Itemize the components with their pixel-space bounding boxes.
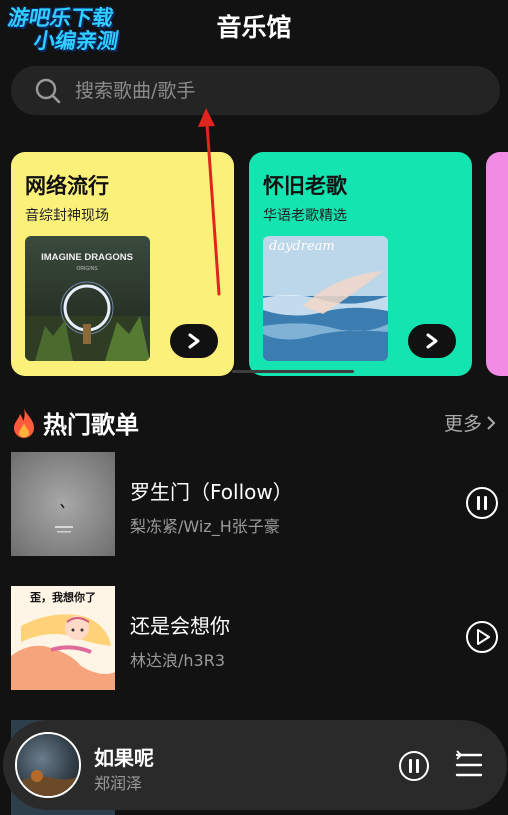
- annotation-arrow: [198, 108, 221, 296]
